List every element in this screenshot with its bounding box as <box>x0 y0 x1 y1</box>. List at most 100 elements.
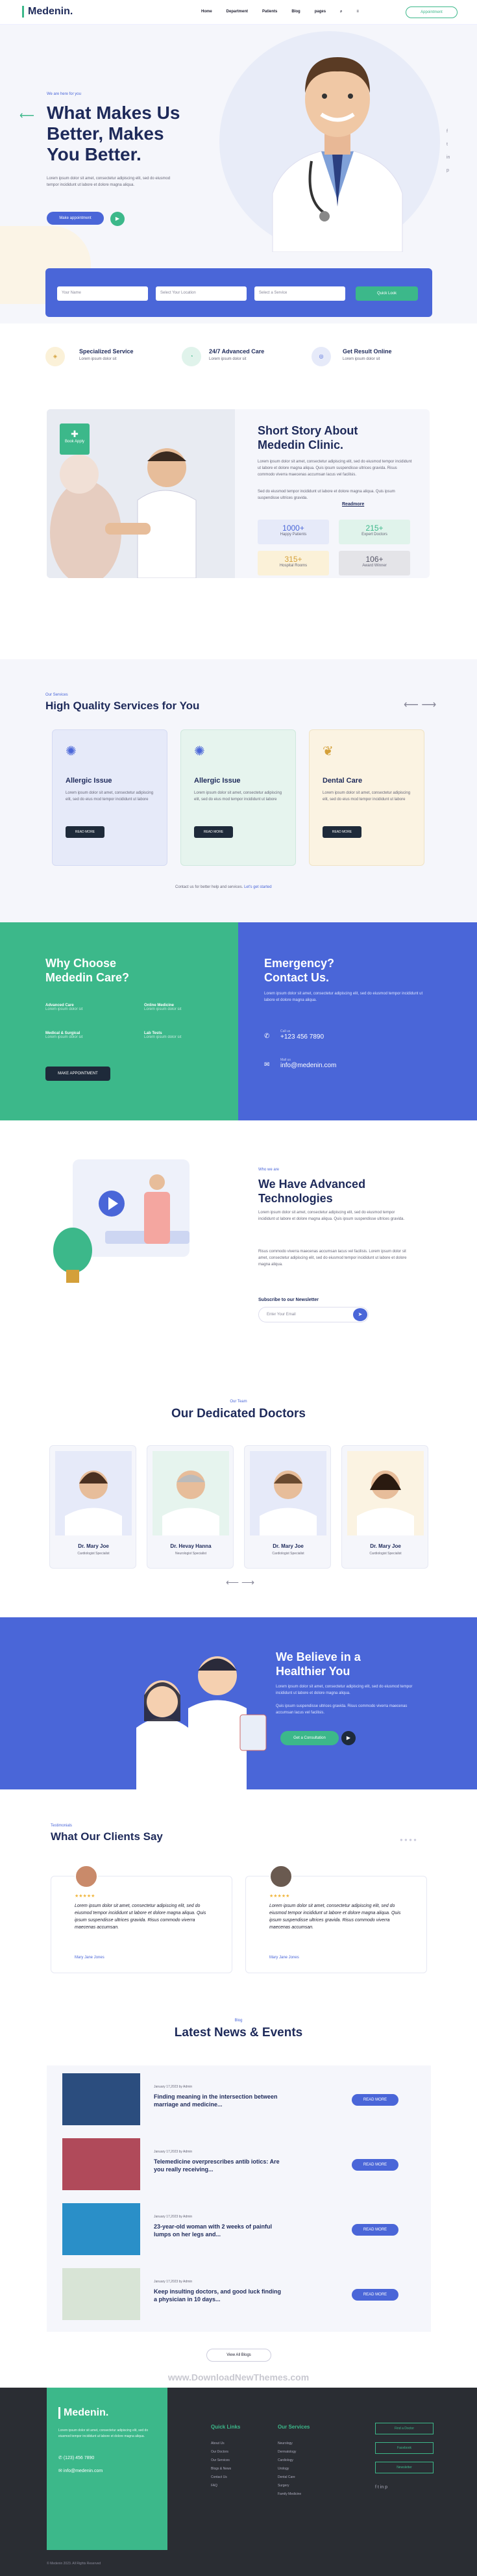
footer-link[interactable]: Cardiology <box>278 2456 301 2465</box>
service-title: Allergic Issue <box>66 777 112 785</box>
plus-icon: ✚ <box>71 429 79 439</box>
footer-link[interactable]: Our Services <box>211 2456 231 2465</box>
prev-arrow-icon[interactable]: ⟵ <box>19 109 34 122</box>
menu-icon[interactable]: ≡ <box>356 10 359 14</box>
emergency-title: Emergency? Contact Us. <box>264 957 335 984</box>
phone-icon: ✆ <box>58 2456 64 2460</box>
email-link[interactable]: info@medenin.com <box>280 1062 336 1069</box>
nav-patients[interactable]: Patients <box>262 10 277 14</box>
nav-blog[interactable]: Blog <box>291 10 300 14</box>
news-title-item[interactable]: Telemedicine overprescribes antib iotics… <box>154 2158 284 2173</box>
phone-link[interactable]: +123 456 7890 <box>280 1033 324 1041</box>
footer-link[interactable]: Contact Us <box>211 2473 231 2482</box>
nav-department[interactable]: Department <box>226 10 248 14</box>
read-more-button[interactable]: READ MORE <box>66 826 104 838</box>
footer-phone[interactable]: ✆ (123) 456 7890 <box>58 2455 94 2460</box>
watermark: www.DownloadNewThemes.com <box>167 2372 310 2382</box>
hero-doctor-image <box>260 31 415 253</box>
doctor-card[interactable]: Dr. Mary Joe Cardiologist Specialist <box>49 1445 136 1569</box>
testimonial-quote: Lorem ipsum dolor sit amet, consectetur … <box>75 1904 206 1930</box>
news-image <box>62 2203 140 2255</box>
hero-tag: We are here for you <box>47 92 81 96</box>
name-field[interactable]: Your Name <box>57 286 148 301</box>
client-link[interactable]: Mary Jane Jones <box>269 1956 299 1960</box>
facebook-button[interactable]: Facebook <box>375 2442 434 2454</box>
tech-title: We Have Advanced Technologies <box>258 1178 366 1205</box>
nav-pages[interactable]: pages <box>315 10 326 14</box>
story-paragraph: Lorem ipsum dolor sit amet, consectetur … <box>258 460 412 477</box>
pinterest-icon[interactable]: p <box>446 164 450 177</box>
news-title-item[interactable]: 23-year-old woman with 2 weeks of painfu… <box>154 2223 284 2238</box>
play-icon[interactable]: ▶ <box>110 212 125 226</box>
find-doctor-button[interactable]: Find a Doctor <box>375 2423 434 2434</box>
service-card: ✺ Allergic Issue Lorem ipsum dolor sit a… <box>52 729 167 866</box>
location-select[interactable]: Select Your Location <box>156 286 247 301</box>
send-icon[interactable]: ➤ <box>353 1308 367 1321</box>
doctors-arrows-icon[interactable]: ⟵ ⟶ <box>226 1577 254 1588</box>
rating-stars: ★★★★★ <box>75 1894 95 1899</box>
tech-illustration <box>47 1153 241 1296</box>
service-desc: Lorem ipsum dolor sit amet, consectetur … <box>323 791 411 802</box>
footer-email[interactable]: ✉ info@medenin.com <box>58 2468 103 2473</box>
footer-link[interactable]: Blogs & News <box>211 2465 231 2473</box>
footer-link[interactable]: Urology <box>278 2465 301 2473</box>
story-section: ✚ Book Apply Short Story About Mededin Cli… <box>47 409 430 578</box>
consultation-button[interactable]: Get a Consultation <box>280 1731 339 1745</box>
appointment-button[interactable]: Appointment <box>406 6 458 18</box>
twitter-icon[interactable]: t <box>446 138 450 151</box>
readmore-link[interactable]: Readmore <box>342 502 364 507</box>
client-link[interactable]: Mary Jane Jones <box>75 1956 104 1960</box>
read-more-button[interactable]: READ MORE <box>352 2094 398 2106</box>
feature-desc: Lorem ipsum dolor sit <box>79 357 117 361</box>
facebook-icon[interactable]: f <box>446 125 450 138</box>
doctor-name: Dr. Mary Joe <box>370 1543 401 1549</box>
footer-link[interactable]: Family Medicine <box>278 2490 301 2499</box>
doctor-card[interactable]: Dr. Hevay Hanna Neurologist Specialist <box>147 1445 234 1569</box>
footer-logo[interactable]: Medenin. <box>58 2407 108 2419</box>
services-title: High Quality Services for You <box>45 700 200 712</box>
mail-icon: ✉ <box>58 2469 64 2473</box>
get-started-link[interactable]: Let's get started <box>244 885 272 889</box>
read-more-button[interactable]: READ MORE <box>194 826 233 838</box>
footer-social-icons[interactable]: f t in p <box>375 2485 387 2490</box>
view-all-blogs-button[interactable]: View All Blogs <box>206 2349 271 2362</box>
footer-link[interactable]: Surgery <box>278 2482 301 2490</box>
section-tag: Our Services <box>45 693 68 697</box>
read-more-button[interactable]: READ MORE <box>352 2224 398 2236</box>
brand-logo[interactable]: Medenin. <box>22 6 73 18</box>
footer-brand-panel: Medenin. Lorem ipsum dolor sit amet, con… <box>47 2388 167 2550</box>
news-title-item[interactable]: Finding meaning in the intersection betw… <box>154 2093 284 2108</box>
footer-link[interactable]: Dermatology <box>278 2448 301 2456</box>
footer-link[interactable]: FAQ <box>211 2482 231 2490</box>
shield-icon: ◈ <box>45 347 65 366</box>
news-title-item[interactable]: Keep insulting doctors, and good luck fi… <box>154 2288 284 2303</box>
read-more-button[interactable]: READ MORE <box>352 2159 398 2171</box>
nav-home[interactable]: Home <box>201 10 212 14</box>
footer-link[interactable]: Our Doctors <box>211 2448 231 2456</box>
feature-title: 24/7 Advanced Care <box>209 348 265 355</box>
search-icon[interactable]: ⌕ <box>340 10 342 14</box>
make-appointment-button[interactable]: Make appointment <box>47 212 104 225</box>
carousel-dots[interactable]: ● ● ● ● <box>400 1837 417 1843</box>
footer-link[interactable]: Neurology <box>278 2440 301 2448</box>
why-section: Why Choose Mededin Care? Advanced Care Lor… <box>0 922 238 1120</box>
footer-link[interactable]: Dental Care <box>278 2473 301 2482</box>
doctor-role: Cardiologist Specialist <box>369 1552 402 1556</box>
book-badge[interactable]: ✚ Book Apply <box>60 423 90 455</box>
linkedin-icon[interactable]: in <box>446 151 450 164</box>
doctor-card[interactable]: Dr. Mary Joe Cardiologist Specialist <box>244 1445 331 1569</box>
service-title: Dental Care <box>323 777 363 785</box>
make-appointment-button[interactable]: MAKE APPOINTMENT <box>45 1067 110 1081</box>
service-select[interactable]: Select a Service <box>254 286 345 301</box>
slider-arrows-icon[interactable]: ⟵ ⟶ <box>404 698 436 711</box>
why-item: Online Medicine Lorem ipsum dolor sit <box>144 1004 182 1011</box>
phone-block: Call us +123 456 7890 <box>280 1029 324 1041</box>
newsletter-input[interactable]: Enter Your Email <box>258 1307 369 1322</box>
footer-link[interactable]: About Us <box>211 2440 231 2448</box>
play-icon[interactable]: ▶ <box>341 1731 356 1745</box>
read-more-button[interactable]: READ MORE <box>352 2289 398 2301</box>
quick-look-button[interactable]: Quick Look <box>356 286 418 301</box>
doctor-card[interactable]: Dr. Mary Joe Cardiologist Specialist <box>341 1445 428 1569</box>
newsletter-button[interactable]: Newsletter <box>375 2462 434 2473</box>
read-more-button[interactable]: READ MORE <box>323 826 361 838</box>
